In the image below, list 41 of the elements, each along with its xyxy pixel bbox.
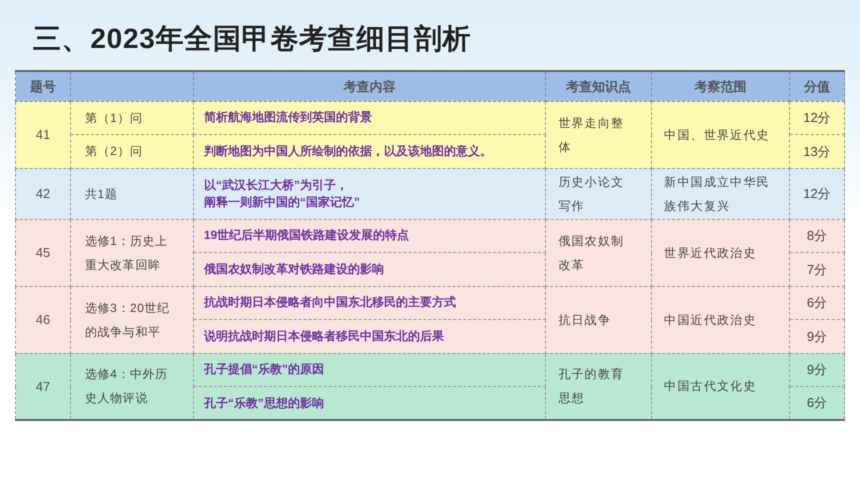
part-label: 选修1：历史上重大改革回眸 <box>84 234 168 272</box>
part-label: 第（1）问 <box>84 110 143 125</box>
score: 12分 <box>803 110 831 125</box>
score: 13分 <box>803 144 831 158</box>
score: 6分 <box>806 295 828 310</box>
content-text: 俄国农奴制改革对铁路建设的影响 <box>204 262 384 276</box>
part-label: 选修4：中外历史人物评说 <box>84 367 168 406</box>
content-text: 阐释一则新中国的“国家记忆” <box>204 194 360 210</box>
score: 8分 <box>806 228 828 243</box>
score: 9分 <box>806 328 828 344</box>
knowledge-point: 历史小论文写作 <box>558 174 624 212</box>
content-text: 孔子提倡“乐教”的原因 <box>204 362 324 376</box>
scope-text: 世界近代政治史 <box>664 246 757 260</box>
scope-text: 新中国成立中华民族伟大复兴 <box>664 174 770 212</box>
content-text: 19世纪后半期俄国铁路建设发展的特点 <box>204 228 410 242</box>
knowledge-point: 孔子的教育思想 <box>558 367 624 406</box>
content-text: 孔子“乐教”思想的影响 <box>204 396 324 410</box>
knowledge-point: 世界走向整体 <box>558 116 624 154</box>
content-text: 简析航海地图流传到英国的背景 <box>204 110 372 124</box>
part-label: 共1题 <box>84 186 118 200</box>
scope-text: 中国、世界近代史 <box>664 128 770 142</box>
content-text: 抗战时期日本侵略者向中国东北移民的主要方式 <box>204 295 456 310</box>
part-label: 第（2）问 <box>84 144 143 158</box>
content-text: 以“武汉长江大桥”为引子， <box>204 176 348 194</box>
scope-text: 中国古代文化史 <box>664 379 757 394</box>
question-number: 47 <box>16 353 70 420</box>
part-label: 选修3：20世纪的战争与和平 <box>84 300 170 338</box>
question-number: 46 <box>16 286 70 353</box>
score: 12分 <box>803 186 831 201</box>
score: 7分 <box>806 262 828 276</box>
slide-title: 三、2023年全国甲卷考查细目剖析 <box>33 22 472 56</box>
question-number: 42 <box>16 168 70 219</box>
content-text: 判断地图为中国人所绘制的依据，以及该地图的意义。 <box>204 144 492 158</box>
content-text: 说明抗战时期日本侵略者移民中国东北的后果 <box>204 328 444 343</box>
question-number: 45 <box>16 219 70 286</box>
scope-text: 中国近代政治史 <box>664 312 757 326</box>
score: 6分 <box>806 395 828 410</box>
knowledge-point: 抗日战争 <box>558 312 612 326</box>
knowledge-point: 俄国农奴制改革 <box>558 234 624 272</box>
score: 9分 <box>806 362 828 377</box>
question-number: 41 <box>16 101 70 168</box>
